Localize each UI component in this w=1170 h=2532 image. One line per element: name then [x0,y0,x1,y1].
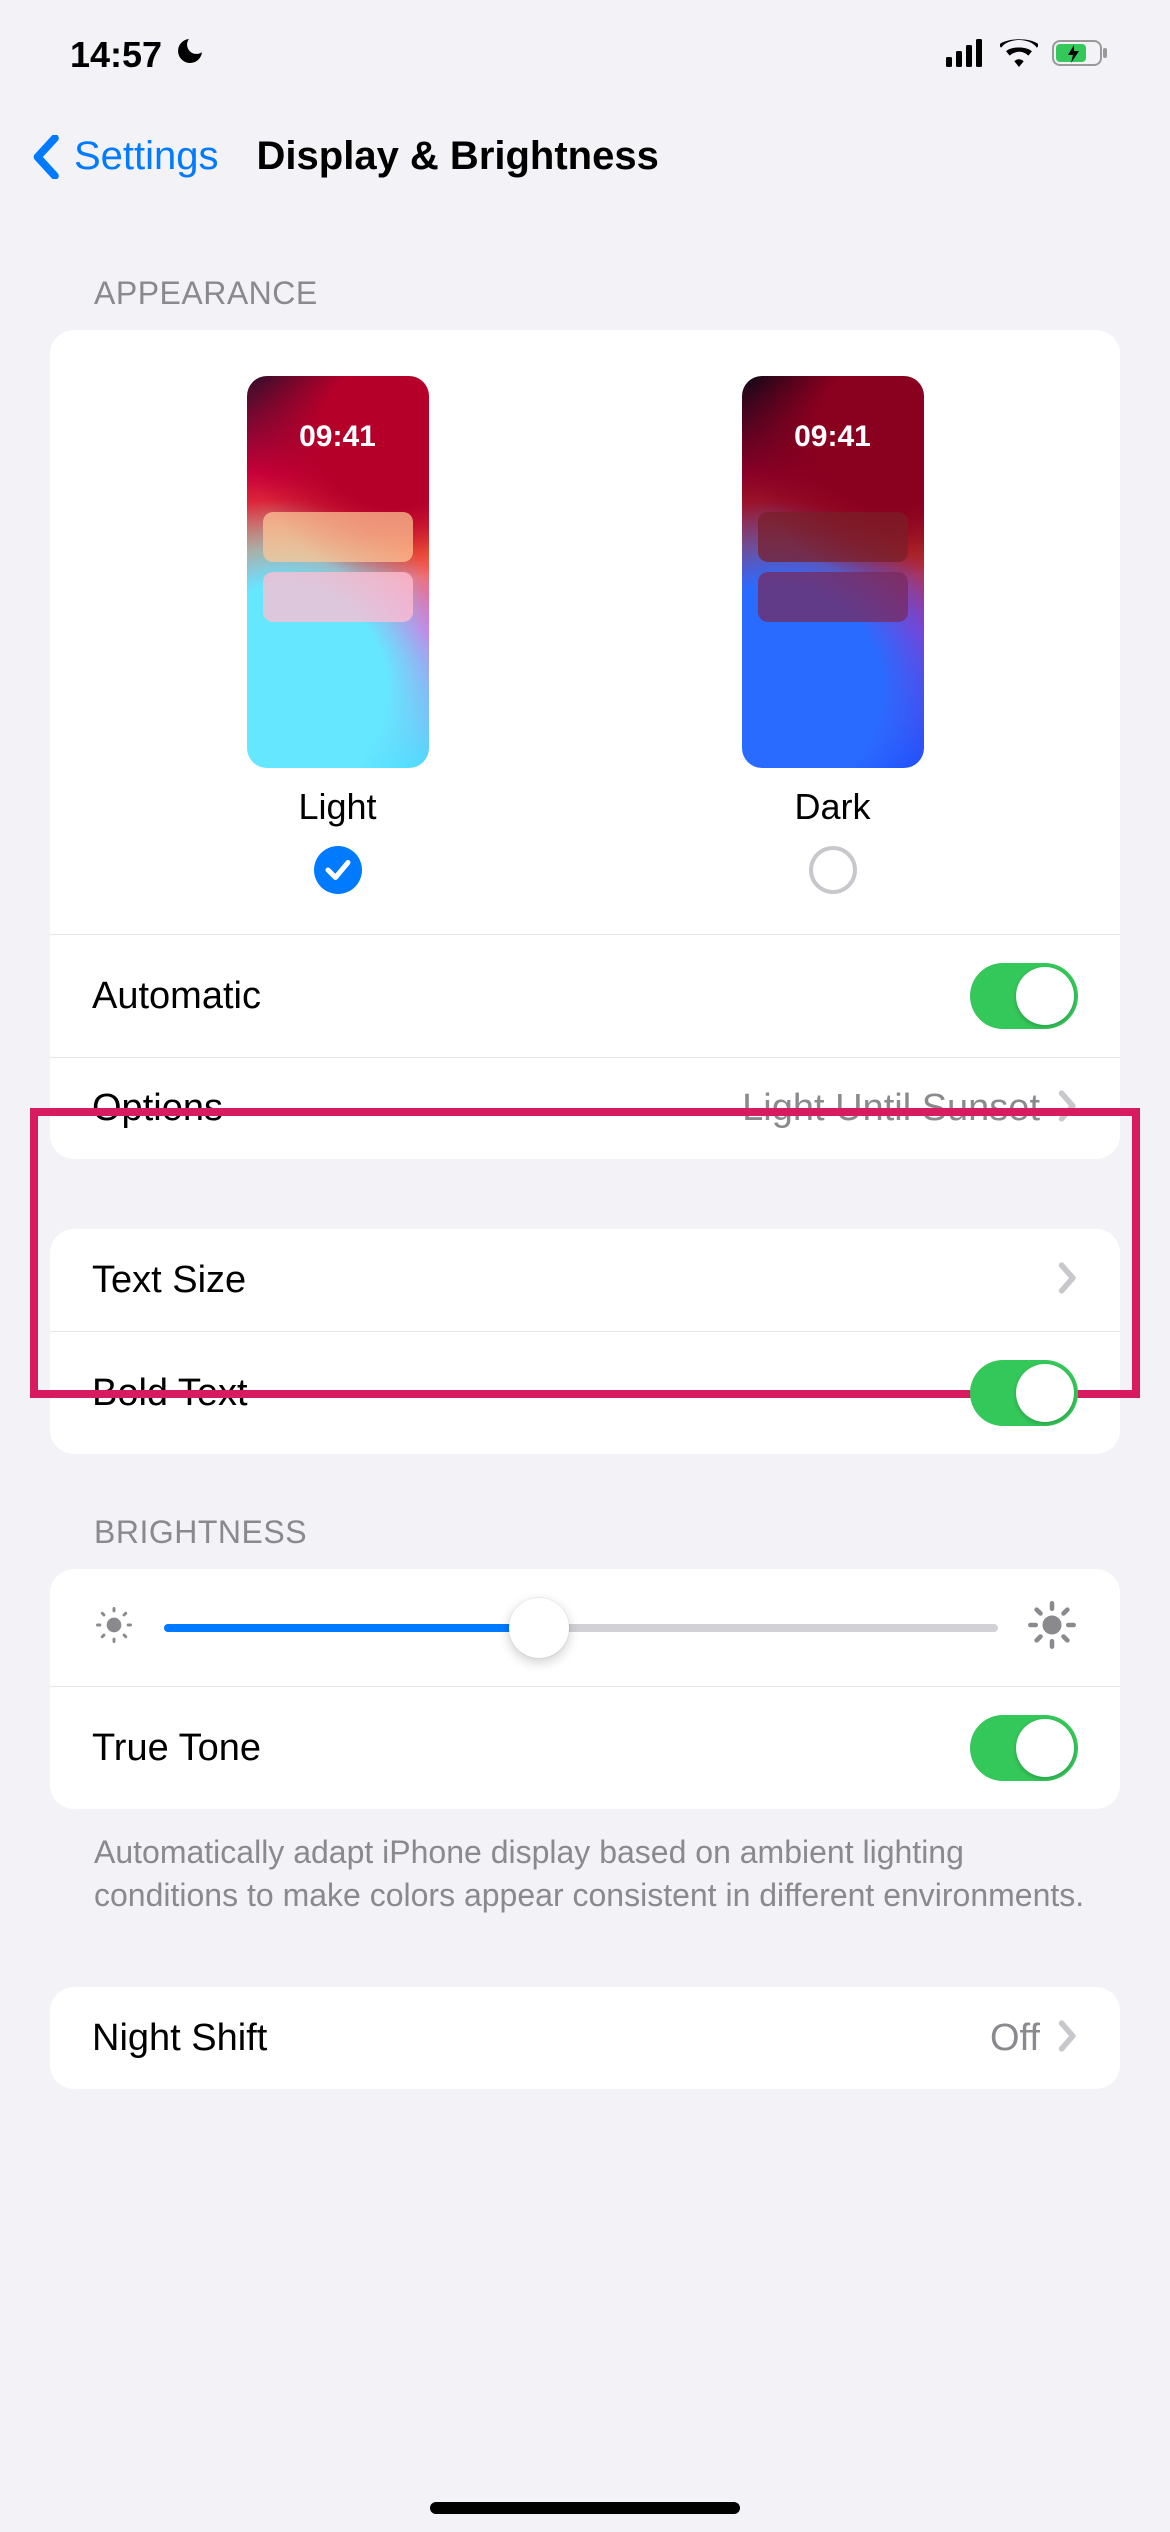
cellular-icon [946,34,986,76]
options-value: Light Until Sunset [742,1087,1040,1130]
options-label: Options [92,1087,223,1130]
appearance-group: 09:41 Light 09:41 Dark Automatic Options [50,330,1120,1159]
back-button[interactable]: Settings [30,134,219,179]
light-radio[interactable] [314,846,362,894]
night-shift-label: Night Shift [92,2017,267,2060]
chevron-right-icon [1058,1262,1078,1299]
night-shift-group: Night Shift Off [50,1987,1120,2089]
sun-min-icon [92,1603,136,1652]
night-shift-value: Off [990,2017,1040,2060]
sun-max-icon [1026,1599,1078,1656]
dark-label: Dark [794,786,870,828]
appearance-mode-row: 09:41 Light 09:41 Dark [50,330,1120,935]
true-tone-label: True Tone [92,1727,261,1770]
home-indicator[interactable] [430,2502,740,2514]
slider-thumb[interactable] [509,1598,569,1658]
automatic-row: Automatic [50,935,1120,1057]
back-label: Settings [74,134,219,179]
automatic-toggle[interactable] [970,963,1078,1029]
moon-icon [174,34,206,76]
text-size-label: Text Size [92,1259,246,1302]
section-header-brightness: BRIGHTNESS [0,1454,1170,1569]
battery-icon [1052,34,1110,76]
bold-text-row: Bold Text [50,1331,1120,1454]
options-row[interactable]: Options Light Until Sunset [50,1057,1120,1159]
preview-time: 09:41 [247,420,429,454]
light-label: Light [298,786,376,828]
brightness-group: True Tone [50,1569,1120,1809]
dark-radio[interactable] [809,846,857,894]
status-time: 14:57 [70,34,162,76]
text-group: Text Size Bold Text [50,1229,1120,1454]
chevron-right-icon [1058,1090,1078,1127]
appearance-dark-option[interactable]: 09:41 Dark [742,376,924,894]
dark-preview: 09:41 [742,376,924,768]
status-bar: 14:57 [0,0,1170,110]
status-left: 14:57 [70,34,206,76]
chevron-right-icon [1058,2020,1078,2057]
wifi-icon [1000,34,1038,76]
text-size-row[interactable]: Text Size [50,1229,1120,1331]
status-right [946,34,1110,76]
automatic-label: Automatic [92,975,261,1018]
bold-text-label: Bold Text [92,1372,248,1415]
night-shift-row[interactable]: Night Shift Off [50,1987,1120,2089]
navigation-bar: Settings Display & Brightness [0,110,1170,215]
preview-widget [758,572,908,622]
preview-widget [263,512,413,562]
true-tone-toggle[interactable] [970,1715,1078,1781]
light-preview: 09:41 [247,376,429,768]
brightness-slider-row [50,1569,1120,1687]
section-header-appearance: APPEARANCE [0,215,1170,330]
page-title: Display & Brightness [257,134,659,179]
preview-widget [263,572,413,622]
bold-text-toggle[interactable] [970,1360,1078,1426]
true-tone-row: True Tone [50,1687,1120,1809]
preview-widget [758,512,908,562]
preview-time: 09:41 [742,420,924,454]
true-tone-footer: Automatically adapt iPhone display based… [0,1809,1170,1917]
brightness-slider[interactable] [164,1624,998,1632]
appearance-light-option[interactable]: 09:41 Light [247,376,429,894]
